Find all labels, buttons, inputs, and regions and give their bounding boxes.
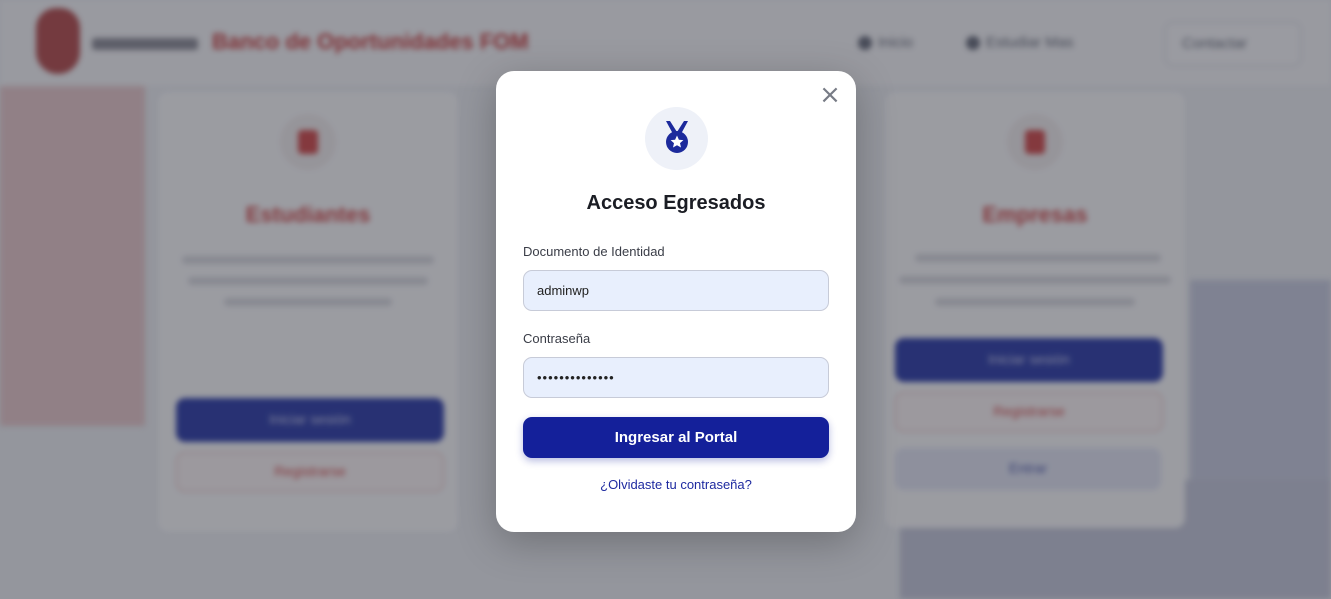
medal-icon — [666, 121, 688, 153]
forgot-password-link[interactable]: ¿Olvidaste tu contraseña? — [496, 477, 856, 492]
modal-title: Acceso Egresados — [586, 192, 766, 214]
document-input[interactable] — [523, 270, 829, 311]
password-label: Contraseña — [523, 331, 591, 346]
close-button[interactable]: × — [818, 82, 842, 108]
login-modal: × Acceso Egresados Documento de Identida… — [496, 71, 856, 532]
document-label: Documento de Identidad — [523, 244, 665, 259]
modal-icon-badge — [645, 107, 708, 170]
login-submit-button[interactable]: Ingresar al Portal — [523, 417, 829, 458]
password-input[interactable] — [523, 357, 829, 398]
